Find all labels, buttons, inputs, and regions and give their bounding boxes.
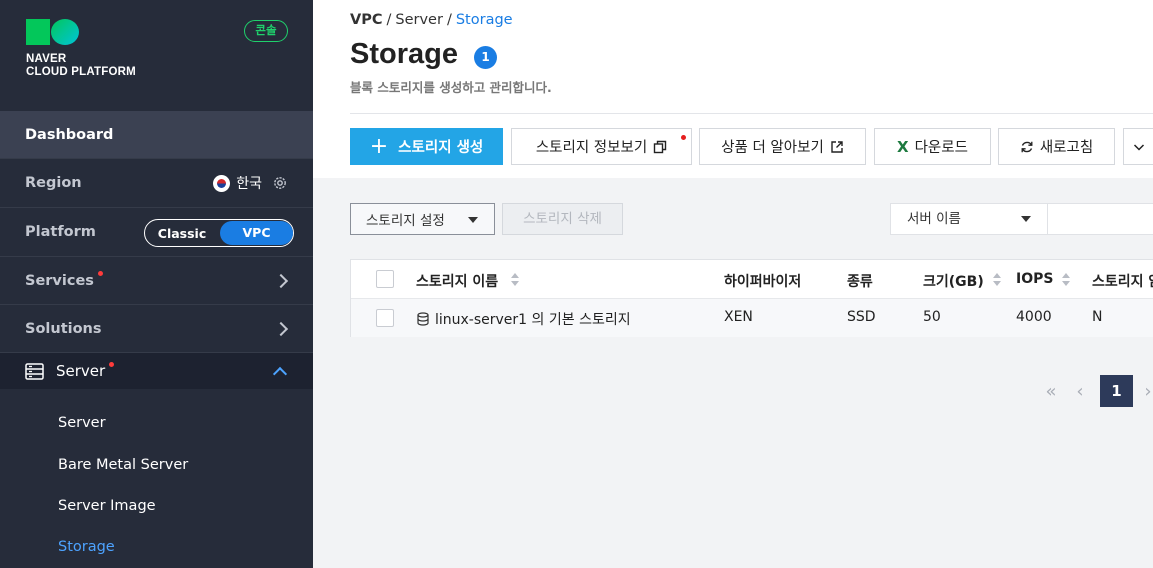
brand-subname: CLOUD PLATFORM: [26, 66, 136, 78]
breadcrumb-separator: /: [446, 12, 452, 28]
database-icon: [417, 312, 429, 326]
plus-icon: +: [369, 133, 389, 159]
sidebar-item-label: Server: [56, 362, 106, 380]
button-label: 상품 더 알아보기: [721, 140, 824, 156]
platform-toggle[interactable]: Classic VPC: [144, 219, 294, 247]
prev-page-icon[interactable]: ‹: [1070, 375, 1090, 407]
breadcrumb-separator: /: [386, 12, 392, 28]
sort-icon[interactable]: [511, 273, 519, 287]
cell-hypervisor: XEN: [724, 309, 753, 325]
korea-flag-icon: [213, 174, 231, 192]
chevron-right-icon: [273, 273, 289, 288]
sidebar-item-platform: Platform Classic VPC: [0, 207, 313, 256]
sidebar-item-solutions[interactable]: Solutions: [0, 304, 313, 352]
column-header-encryption: 스토리지 암: [1092, 274, 1153, 290]
brand-logo[interactable]: NAVER CLOUD PLATFORM: [26, 19, 136, 79]
platform-option-vpc[interactable]: VPC: [220, 221, 293, 245]
breadcrumb-item[interactable]: Server: [395, 12, 443, 28]
column-header-iops[interactable]: IOPS: [1016, 271, 1053, 287]
caret-down-icon: [468, 217, 478, 223]
sidebar-item-label: Services: [25, 272, 94, 289]
create-storage-button[interactable]: + 스토리지 생성: [350, 128, 503, 165]
chevron-up-icon: [272, 366, 288, 382]
refresh-button[interactable]: 새로고침: [998, 128, 1115, 165]
region-selector[interactable]: 한국: [213, 159, 288, 207]
column-header-name[interactable]: 스토리지 이름: [416, 271, 498, 291]
sidebar-subitem-bare-metal-server[interactable]: Bare Metal Server: [58, 457, 188, 473]
first-page-icon[interactable]: «: [1040, 375, 1062, 407]
sidebar-subitem-server-image[interactable]: Server Image: [58, 498, 156, 514]
learn-more-button[interactable]: 상품 더 알아보기: [699, 128, 866, 165]
cell-name[interactable]: linux-server1 의 기본 스토리지: [416, 309, 631, 329]
row-checkbox[interactable]: [376, 309, 394, 327]
copy-window-icon: [653, 140, 667, 153]
sidebar-item-dashboard[interactable]: Dashboard: [0, 111, 313, 158]
filter-field-label: 서버 이름: [907, 211, 961, 227]
chevron-down-icon: [1133, 143, 1144, 151]
search-input[interactable]: [1047, 203, 1153, 235]
notification-dot-icon: [109, 361, 115, 367]
sidebar-item-label: Dashboard: [25, 126, 114, 143]
sidebar-item-label: Region: [25, 175, 82, 191]
breadcrumb-current: Storage: [455, 12, 513, 28]
count-badge: 1: [474, 46, 497, 69]
region-name: 한국: [236, 176, 262, 192]
sidebar-item-label: Solutions: [25, 320, 102, 337]
cell-type: SSD: [847, 309, 876, 325]
column-header-size[interactable]: 크기(GB): [923, 271, 984, 291]
column-header-type: 종류: [847, 274, 873, 290]
button-label: 스토리지 생성: [398, 140, 484, 156]
naver-cloud-logo-icon: [26, 19, 136, 45]
notification-dot-icon: [97, 271, 103, 276]
column-header-hypervisor: 하이퍼바이저: [724, 274, 802, 290]
brand-name: NAVER: [26, 53, 67, 65]
sidebar-item-server-group[interactable]: Server: [0, 352, 313, 389]
filter-field-select[interactable]: 서버 이름: [890, 203, 1048, 235]
storage-info-button[interactable]: 스토리지 정보보기: [511, 128, 692, 165]
sidebar-subitem-server[interactable]: Server: [58, 415, 106, 431]
page-description: 블록 스토리지를 생성하고 관리합니다.: [350, 80, 552, 95]
console-badge[interactable]: 콘솔: [244, 20, 288, 42]
divider: [350, 113, 1153, 114]
sidebar-item-services[interactable]: Services: [0, 256, 313, 304]
notification-dot-icon: [681, 135, 686, 140]
sort-icon[interactable]: [993, 273, 1001, 287]
storage-name: linux-server1 의 기본 스토리지: [435, 312, 631, 328]
delete-storage-button[interactable]: 스토리지 삭제: [502, 203, 623, 235]
more-dropdown-button[interactable]: [1123, 128, 1153, 165]
next-page-icon[interactable]: ›: [1143, 375, 1153, 407]
refresh-icon: [1021, 141, 1033, 152]
chevron-right-icon: [273, 321, 289, 336]
breadcrumb-item[interactable]: VPC: [350, 12, 383, 28]
dropdown-label: 스토리지 설정: [366, 213, 445, 229]
gear-icon[interactable]: [272, 175, 288, 191]
sidebar-item-region: Region 한국: [0, 158, 313, 207]
sort-icon[interactable]: [1062, 273, 1070, 287]
select-all-checkbox[interactable]: [376, 270, 394, 288]
button-label: 스토리지 정보보기: [535, 140, 648, 156]
sidebar-item-label: Platform: [25, 224, 96, 240]
sidebar-subitem-storage[interactable]: Storage: [58, 539, 115, 555]
page-title: Storage: [350, 38, 458, 70]
cell-size: 50: [923, 309, 941, 325]
caret-down-icon: [1021, 216, 1031, 222]
server-icon: [25, 362, 44, 380]
sidebar: NAVER CLOUD PLATFORM 콘솔 Dashboard Region…: [0, 0, 313, 568]
download-button[interactable]: X 다운로드: [874, 128, 991, 165]
storage-table: 스토리지 이름 하이퍼바이저 종류 크기(GB) IOPS 스토리지 암 lin…: [350, 259, 1153, 337]
platform-option-classic[interactable]: Classic: [145, 226, 219, 241]
breadcrumb: VPC / Server / Storage: [350, 12, 513, 28]
page-number-current[interactable]: 1: [1100, 375, 1133, 407]
cell-encryption: N: [1092, 309, 1103, 325]
button-label: 새로고침: [1039, 140, 1094, 156]
external-link-icon: [831, 140, 843, 153]
excel-icon: X: [897, 137, 909, 156]
cell-iops: 4000: [1016, 309, 1052, 325]
button-label: 다운로드: [914, 140, 968, 156]
storage-settings-dropdown[interactable]: 스토리지 설정: [350, 203, 495, 235]
